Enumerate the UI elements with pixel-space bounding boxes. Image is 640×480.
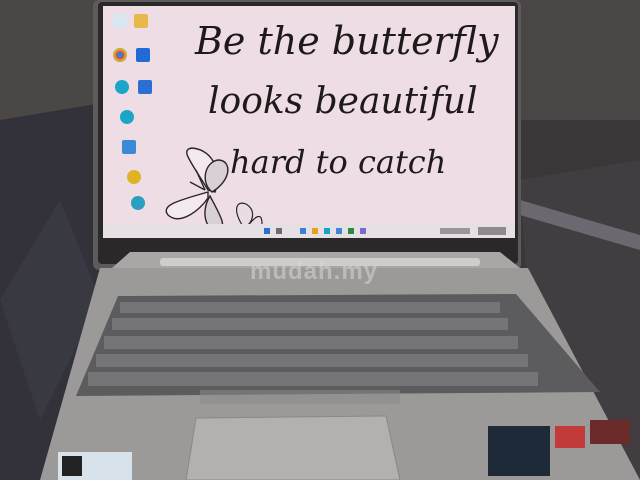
recycle-bin-icon[interactable] — [113, 14, 127, 28]
app-icon[interactable] — [136, 48, 150, 62]
edge-icon[interactable] — [324, 228, 330, 234]
edge-icon[interactable] — [131, 196, 145, 210]
watermark: mudah.my — [250, 258, 379, 285]
touchpad[interactable] — [185, 415, 401, 480]
explorer-icon[interactable] — [312, 228, 318, 234]
folder-icon[interactable] — [122, 140, 136, 154]
folder-icon[interactable] — [134, 14, 148, 28]
spec-sticker — [590, 420, 630, 444]
edge-icon[interactable] — [120, 110, 134, 124]
photo-scene — [0, 0, 640, 480]
store-icon[interactable] — [138, 80, 152, 94]
chrome-icon[interactable] — [113, 48, 127, 62]
wall-right — [515, 0, 640, 120]
app-icon[interactable] — [127, 170, 141, 184]
taskview-icon[interactable] — [300, 228, 306, 234]
windows-sticker — [488, 426, 550, 476]
wallpaper-line-2: looks beautiful — [208, 81, 478, 122]
wallpaper-line-1: Be the butterfly — [195, 19, 499, 63]
system-tray[interactable] — [440, 228, 470, 234]
clock — [478, 227, 506, 235]
store-icon[interactable] — [336, 228, 342, 234]
chrome-icon[interactable] — [348, 228, 354, 234]
app-icon[interactable] — [360, 228, 366, 234]
wallpaper-line-3: hard to catch — [230, 143, 447, 181]
qr-code — [62, 456, 82, 476]
search-icon[interactable] — [276, 228, 282, 234]
edge-icon[interactable] — [115, 80, 129, 94]
spacebar[interactable] — [200, 390, 400, 404]
amd-sticker — [555, 426, 585, 448]
start-icon[interactable] — [264, 228, 270, 234]
